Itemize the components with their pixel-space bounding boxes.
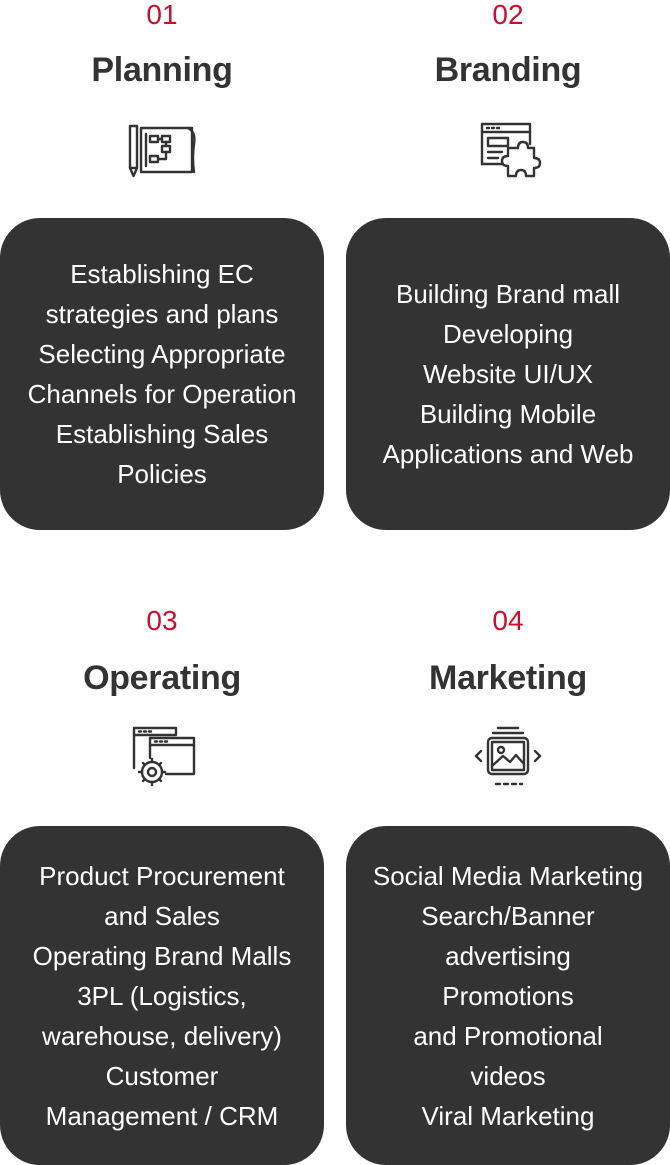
section-title: Planning bbox=[91, 51, 233, 89]
card-line: warehouse, delivery) bbox=[42, 1020, 282, 1051]
section-title: Marketing bbox=[429, 659, 587, 697]
card-line: Channels for Operation bbox=[27, 379, 297, 409]
card-line: Promotions bbox=[442, 980, 574, 1011]
image-carousel-icon bbox=[472, 724, 544, 788]
section-number: 04 bbox=[492, 605, 524, 636]
service-marketing: 04 Marketing Social Media Marketing Sear… bbox=[346, 606, 670, 1165]
card-line: Applications and Web bbox=[382, 439, 634, 469]
card-line: Policies bbox=[117, 459, 207, 489]
section-title: Operating bbox=[83, 659, 241, 697]
service-branding: 02 Branding Building Brand mall Developi… bbox=[346, 0, 670, 530]
card-line: and Sales bbox=[104, 900, 220, 931]
card-line: strategies and plans bbox=[45, 299, 279, 329]
browser-gear-icon bbox=[126, 724, 198, 788]
card-line: Search/Banner bbox=[421, 900, 595, 931]
blueprint-icon bbox=[126, 118, 198, 182]
card-line: and Promotional bbox=[413, 1020, 603, 1051]
card-line: videos bbox=[470, 1060, 546, 1091]
service-card: Social Media Marketing Search/Banner adv… bbox=[346, 826, 670, 1165]
card-line: Building Brand mall bbox=[395, 279, 620, 309]
card-line: advertising bbox=[445, 940, 571, 971]
card-line: Establishing Sales bbox=[55, 419, 269, 449]
service-card: Establishing EC strategies and plans Sel… bbox=[0, 218, 324, 530]
section-title: Branding bbox=[434, 51, 582, 89]
browser-puzzle-icon bbox=[472, 118, 544, 182]
card-line: Customer bbox=[105, 1060, 219, 1091]
service-planning: 01 Planning Establishing EC strategies a… bbox=[0, 0, 324, 530]
card-line: Developing bbox=[442, 319, 574, 349]
card-line: Product Procurement bbox=[39, 860, 285, 891]
card-line: 3PL (Logistics, bbox=[77, 980, 247, 1011]
service-card: Product Procurement and Sales Operating … bbox=[0, 826, 324, 1165]
section-number: 02 bbox=[492, 0, 524, 30]
card-line: Operating Brand Malls bbox=[32, 940, 292, 971]
section-number: 03 bbox=[146, 605, 178, 636]
card-line: Viral Marketing bbox=[421, 1100, 595, 1131]
card-line: Selecting Appropriate bbox=[38, 339, 286, 369]
card-line: Building Mobile bbox=[419, 399, 597, 429]
card-line: Establishing EC bbox=[70, 259, 254, 289]
service-operating: 03 Operating Product Procurement and Sal… bbox=[0, 606, 324, 1165]
service-card: Building Brand mall Developing Website U… bbox=[346, 218, 670, 530]
card-line: Social Media Marketing bbox=[372, 860, 644, 891]
section-number: 01 bbox=[146, 0, 178, 30]
card-line: Management / CRM bbox=[45, 1100, 279, 1131]
card-line: Website UI/UX bbox=[422, 359, 593, 389]
